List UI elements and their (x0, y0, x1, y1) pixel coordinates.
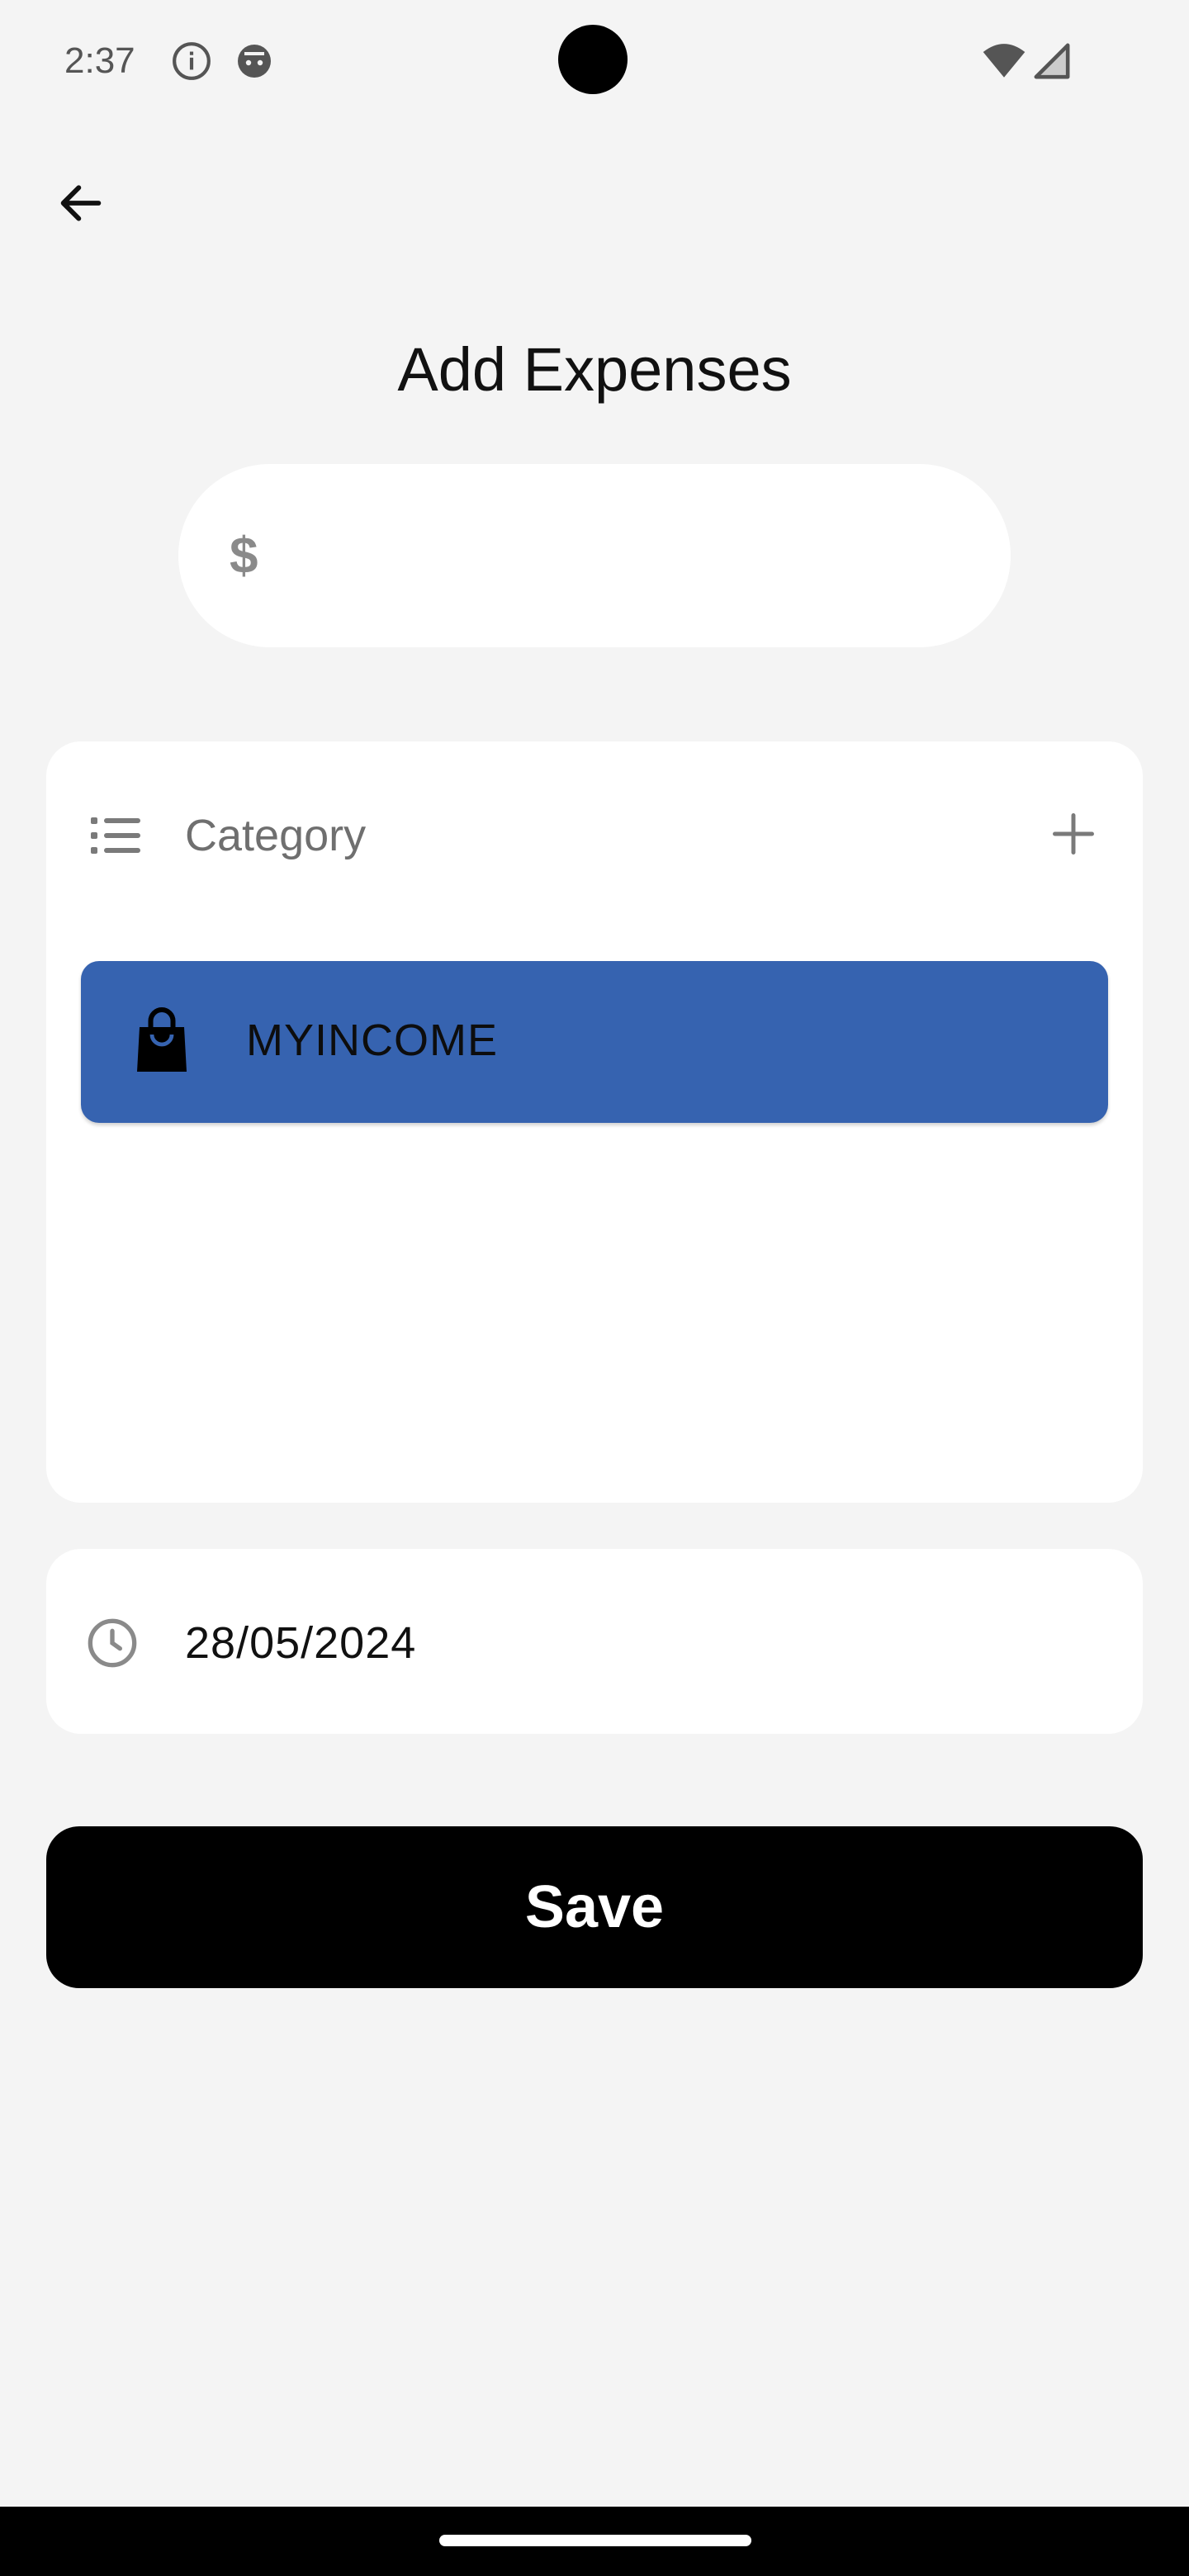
amount-field[interactable]: $ (178, 464, 1011, 647)
android-debug-icon (233, 40, 276, 83)
arrow-left-icon (60, 185, 102, 221)
amount-input[interactable] (279, 505, 974, 606)
save-button[interactable]: Save (46, 1826, 1143, 1988)
page-title: Add Expenses (397, 335, 792, 404)
info-icon (170, 40, 213, 83)
home-gesture-handle[interactable] (439, 2535, 751, 2546)
currency-symbol: $ (230, 527, 258, 585)
category-item-myincome[interactable]: MYINCOME (81, 961, 1108, 1123)
status-time: 2:37 (64, 40, 135, 81)
add-category-button[interactable] (1044, 804, 1103, 864)
cellular-signal-icon (1030, 40, 1073, 83)
category-label: Category (185, 811, 367, 860)
clock-icon (86, 1617, 139, 1669)
plus-icon (1053, 813, 1094, 855)
back-button[interactable] (46, 168, 116, 238)
front-camera-cutout (558, 25, 628, 94)
list-icon (89, 812, 142, 859)
category-item-label: MYINCOME (246, 1016, 498, 1065)
shopping-bag-icon (132, 1004, 192, 1075)
date-value: 28/05/2024 (185, 1618, 417, 1668)
wifi-icon (981, 40, 1027, 83)
